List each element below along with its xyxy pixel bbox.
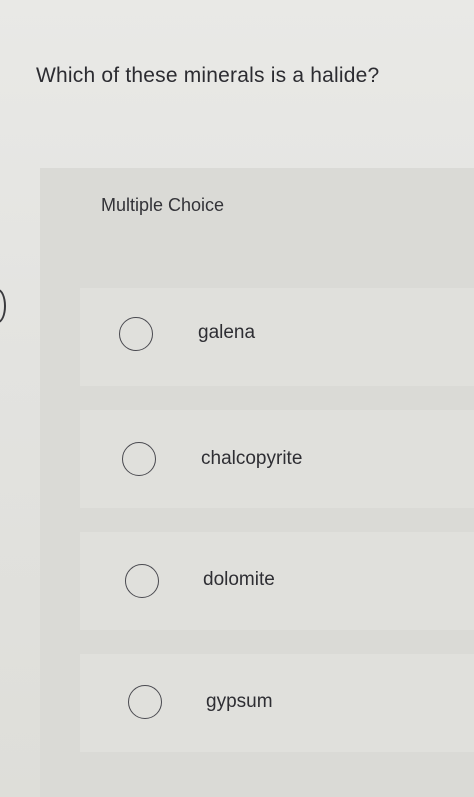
option-label: dolomite <box>203 569 275 590</box>
radio-button-chalcopyrite[interactable] <box>122 442 156 476</box>
multiple-choice-title: Multiple Choice <box>101 195 225 215</box>
option-label: galena <box>198 322 256 343</box>
radio-button-galena[interactable] <box>119 317 153 351</box>
option-label: chalcopyrite <box>201 448 303 469</box>
option-label: gypsum <box>206 691 273 712</box>
radio-button-dolomite[interactable] <box>125 564 159 598</box>
question-text: Which of these minerals is a halide? <box>36 64 380 87</box>
radio-button-gypsum[interactable] <box>128 685 162 719</box>
